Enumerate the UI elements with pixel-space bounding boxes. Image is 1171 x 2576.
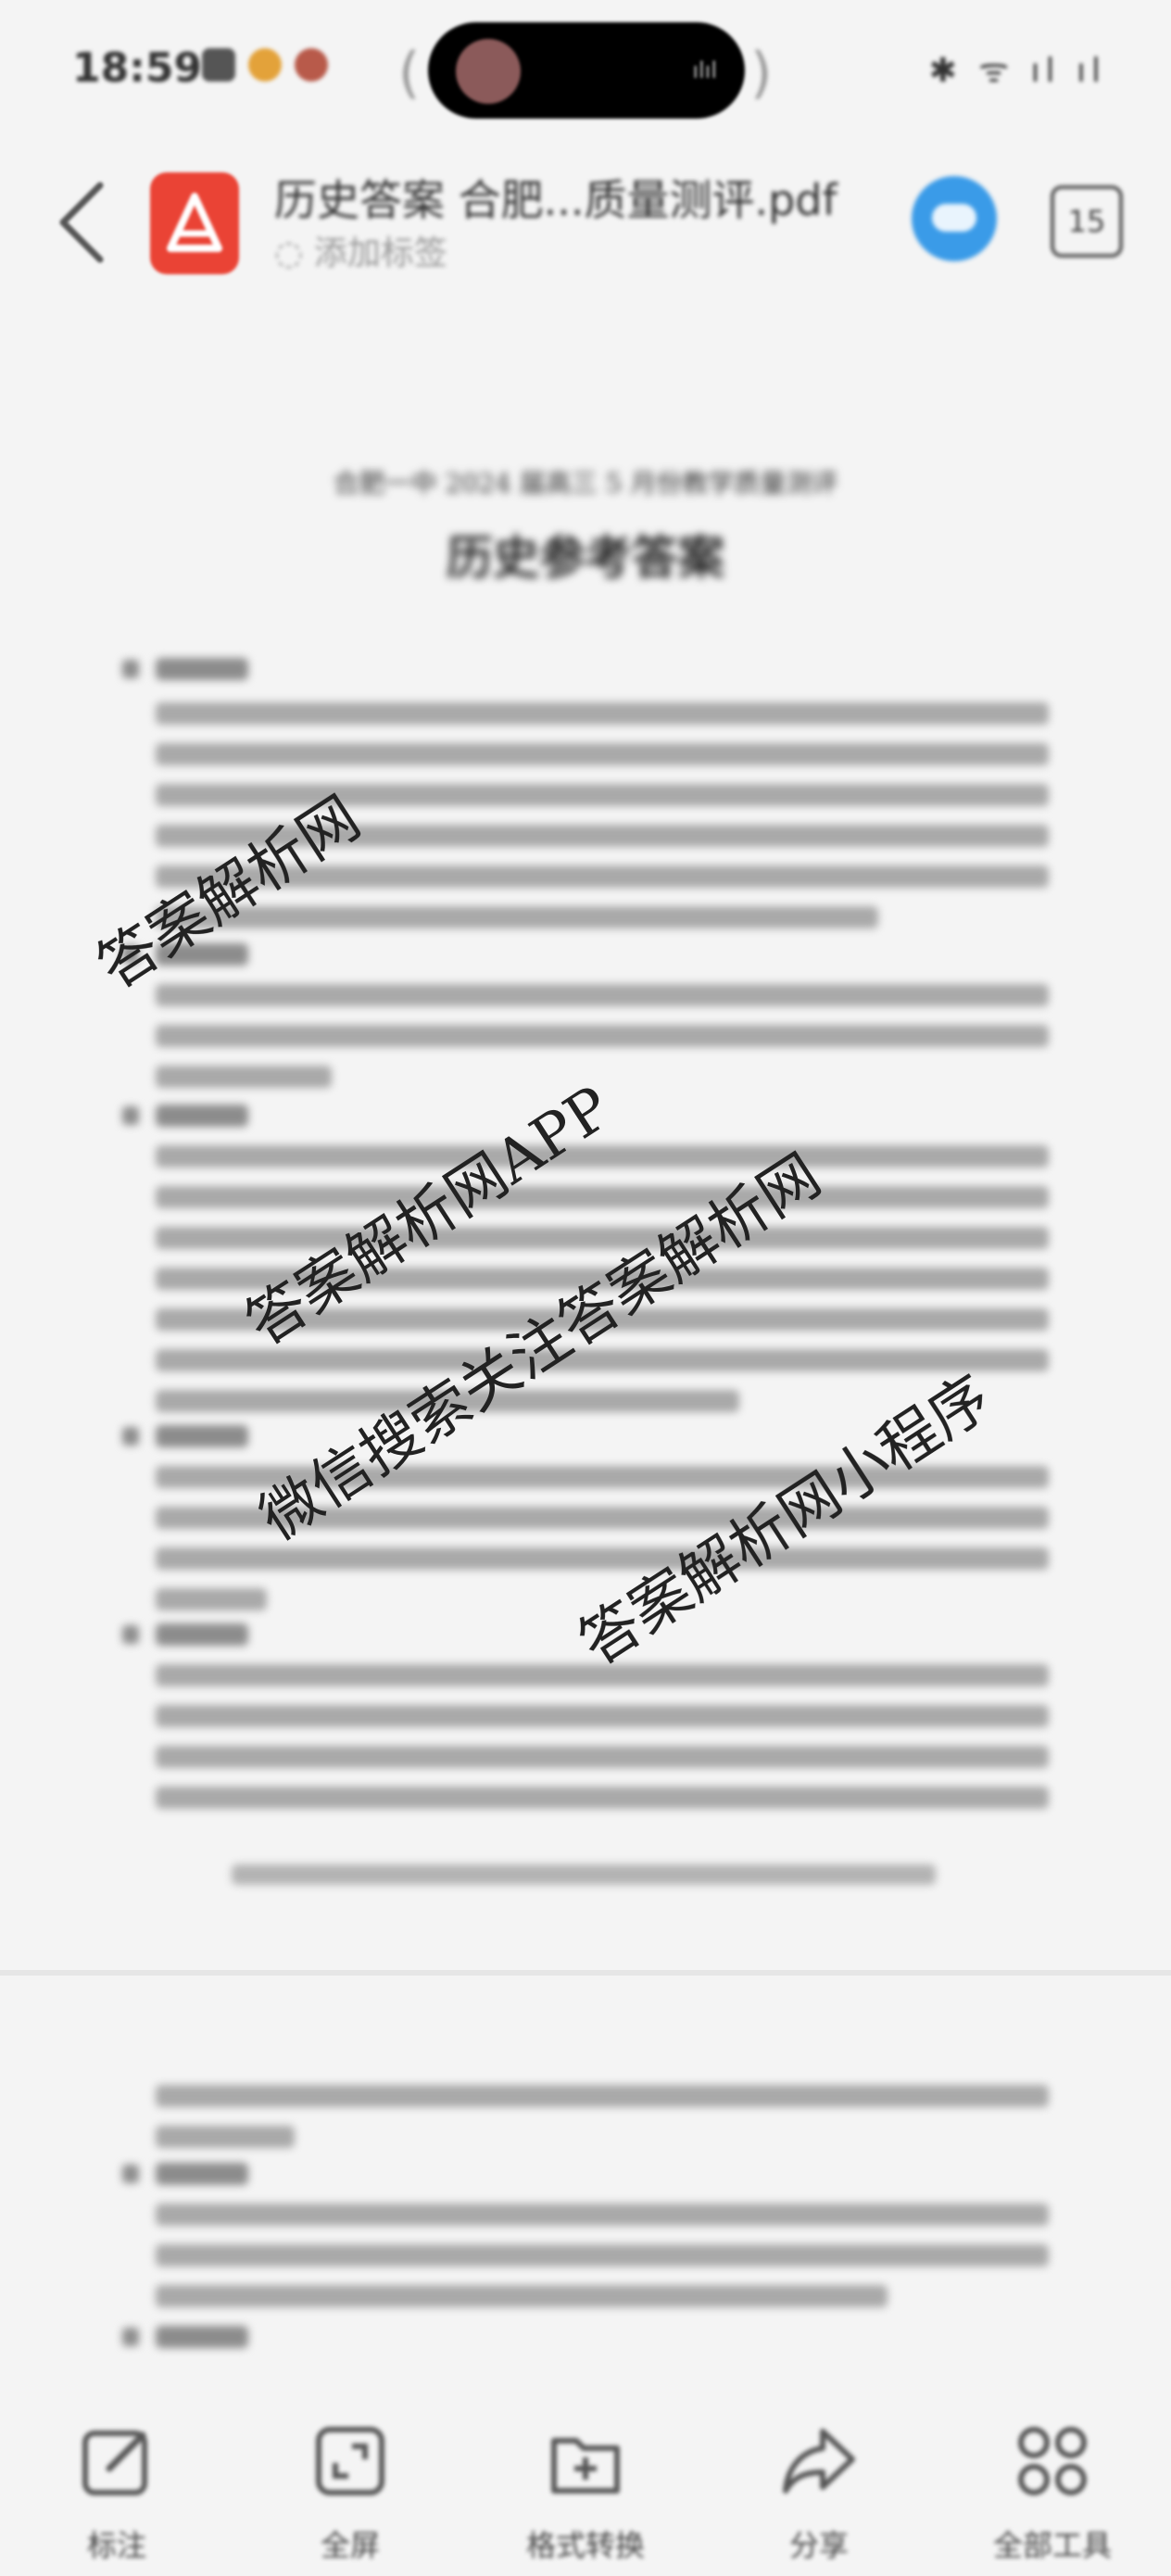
annotate-button[interactable]: 标注 xyxy=(24,2409,209,2567)
app-notification-icon xyxy=(202,48,235,82)
pdf-page xyxy=(0,1983,1171,2391)
app-notification-icon xyxy=(295,48,328,82)
file-title: 历史答案 合肥...质量测评.pdf xyxy=(274,175,837,225)
status-bar: 18:59 ( ılıl ) ✱ ᯤ ıl ıl xyxy=(0,0,1171,139)
avatar xyxy=(456,39,521,104)
back-arrow-icon xyxy=(59,182,104,263)
pdf-page: 合肥一中 2024 届高三 5 月份教学质量测评 历史参考答案 答案解析网 答案… xyxy=(0,315,1171,1964)
all-tools-button[interactable]: 全部工具 xyxy=(960,2409,1145,2567)
cloud-sync-button[interactable] xyxy=(912,176,997,261)
page-divider xyxy=(0,1970,1171,1976)
share-icon xyxy=(783,2429,855,2494)
app-header: 历史答案 合肥...质量测评.pdf ◌ 添加标签 15 xyxy=(0,139,1171,315)
pdf-viewer[interactable]: 合肥一中 2024 届高三 5 月份教学质量测评 历史参考答案 答案解析网 答案… xyxy=(0,315,1171,2391)
document-subtitle: 合肥一中 2024 届高三 5 月份教学质量测评 xyxy=(333,468,838,499)
fullscreen-icon xyxy=(316,2427,384,2495)
page-count-button[interactable]: 15 xyxy=(1051,185,1123,258)
fullscreen-label: 全屏 xyxy=(320,2528,380,2563)
format-convert-label: 格式转换 xyxy=(525,2528,645,2563)
pdf-file-icon xyxy=(150,172,239,274)
bracket-right-icon: ) xyxy=(750,41,773,106)
add-tag-link[interactable]: ◌ 添加标签 xyxy=(274,226,447,274)
document-title: 历史参考答案 xyxy=(447,530,724,585)
annotate-label: 标注 xyxy=(86,2528,146,2563)
status-time: 18:59 xyxy=(72,44,203,92)
all-tools-icon xyxy=(1018,2427,1087,2495)
share-label: 分享 xyxy=(788,2528,849,2563)
all-tools-label: 全部工具 xyxy=(992,2528,1112,2563)
fullscreen-button[interactable]: 全屏 xyxy=(258,2409,443,2567)
share-button[interactable]: 分享 xyxy=(726,2409,912,2567)
page-footer xyxy=(232,1864,936,1885)
app-notification-icon xyxy=(248,48,282,82)
tag-icon: ◌ xyxy=(274,234,304,272)
back-button[interactable] xyxy=(46,176,120,269)
bracket-left-icon: ( xyxy=(398,41,421,106)
notification-icons xyxy=(202,48,328,82)
watermark-line: 答案解析网 xyxy=(86,783,372,1004)
signal-icons: ✱ ᯤ ıl ıl xyxy=(928,52,1106,90)
format-convert-icon xyxy=(551,2438,620,2494)
dynamic-island[interactable]: ılıl xyxy=(428,22,745,119)
annotate-icon xyxy=(82,2431,147,2495)
add-tag-label: 添加标签 xyxy=(313,234,447,272)
bottom-toolbar: 标注 全屏 格式转换 分享 全部工具 xyxy=(0,2391,1171,2576)
audio-wave-icon: ılıl xyxy=(692,57,717,83)
format-convert-button[interactable]: 格式转换 xyxy=(493,2409,678,2567)
